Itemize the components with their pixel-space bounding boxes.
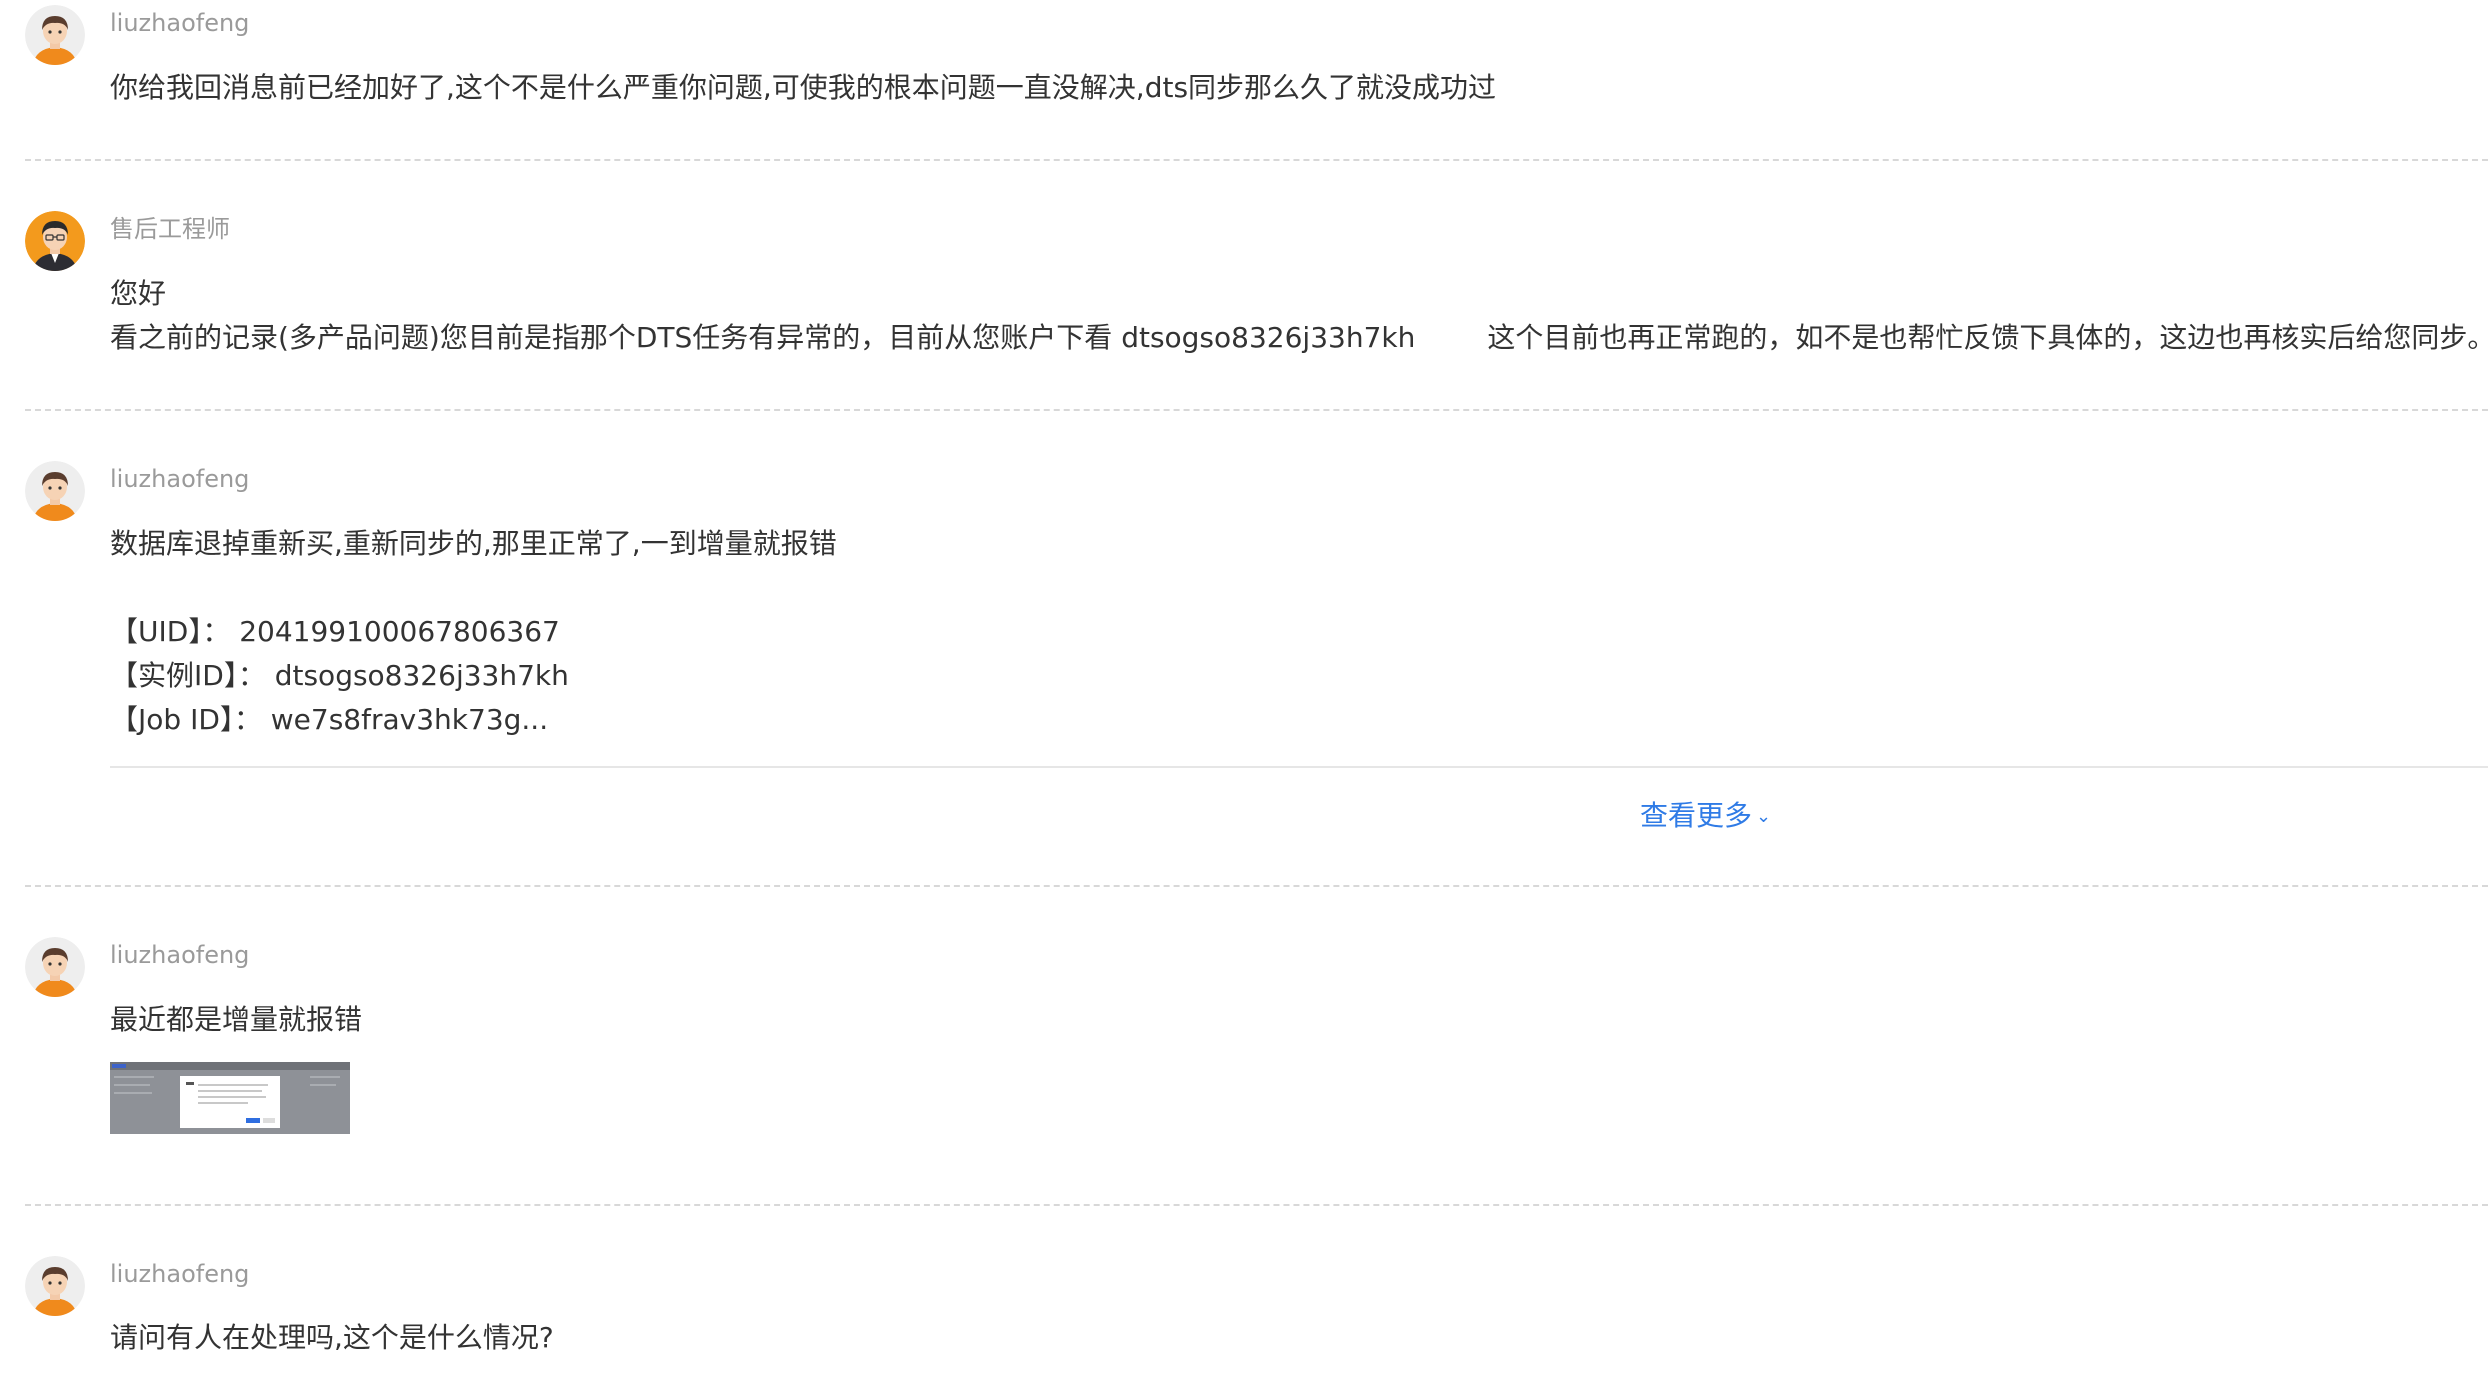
instance-id-field: 【实例ID】： dtsogso8326j33h7kh (110, 659, 569, 692)
message-greeting: 您好 (110, 277, 167, 310)
message-author: liuzhaofeng (110, 465, 250, 493)
message-divider (25, 1204, 2488, 1206)
see-more-label[interactable]: 查看更多 (1640, 799, 1752, 832)
engineer-avatar-icon[interactable] (25, 211, 85, 271)
user-avatar-icon[interactable] (25, 937, 85, 997)
collapse-separator (110, 766, 2488, 768)
user-avatar-icon[interactable] (25, 461, 85, 521)
message-author: liuzhaofeng (110, 9, 250, 37)
message-text: 数据库退掉重新买,重新同步的,那里正常了,一到增量就报错 (110, 527, 837, 560)
job-id-field: 【Job ID】： we7s8frav3hk73g... (110, 703, 549, 736)
user-avatar-icon[interactable] (25, 5, 85, 65)
message-divider (25, 159, 2488, 161)
message-author: 售后工程师 (110, 215, 230, 243)
message-text-part-2: 这个目前也再正常跑的，如不是也帮忙反馈下具体的，这边也再核实后给您同步。 (1487, 321, 2488, 354)
message-author: liuzhaofeng (110, 941, 250, 969)
message-text: 你给我回消息前已经加好了,这个不是什么严重你问题,可使我的根本问题一直没解决,d… (110, 71, 1497, 104)
uid-field: 【UID】： 2041991000678063​67 (110, 615, 560, 648)
chevron-down-icon[interactable]: ⌄ (1756, 797, 1771, 837)
message-text-part-1: 看之前的记录(多产品问题)您目前是指那个DTS任务有异常的，目前从您账户下看 d… (110, 321, 1416, 354)
message-text: 请问有人在处理吗,这个是什么情况? (110, 1321, 554, 1354)
message-text: 最近都是增量就报错 (110, 1003, 363, 1036)
message-divider (25, 885, 2488, 887)
screenshot-thumbnail[interactable] (110, 1062, 350, 1134)
message-text: 看之前的记录(多产品问题)您目前是指那个DTS任务有异常的，目前从您账户下看 d… (110, 316, 2488, 360)
message-divider (25, 409, 2488, 411)
user-avatar-icon[interactable] (25, 1256, 85, 1316)
see-more-link[interactable]: 查看更多 ⌄ (1640, 796, 1771, 837)
message-author: liuzhaofeng (110, 1260, 250, 1288)
